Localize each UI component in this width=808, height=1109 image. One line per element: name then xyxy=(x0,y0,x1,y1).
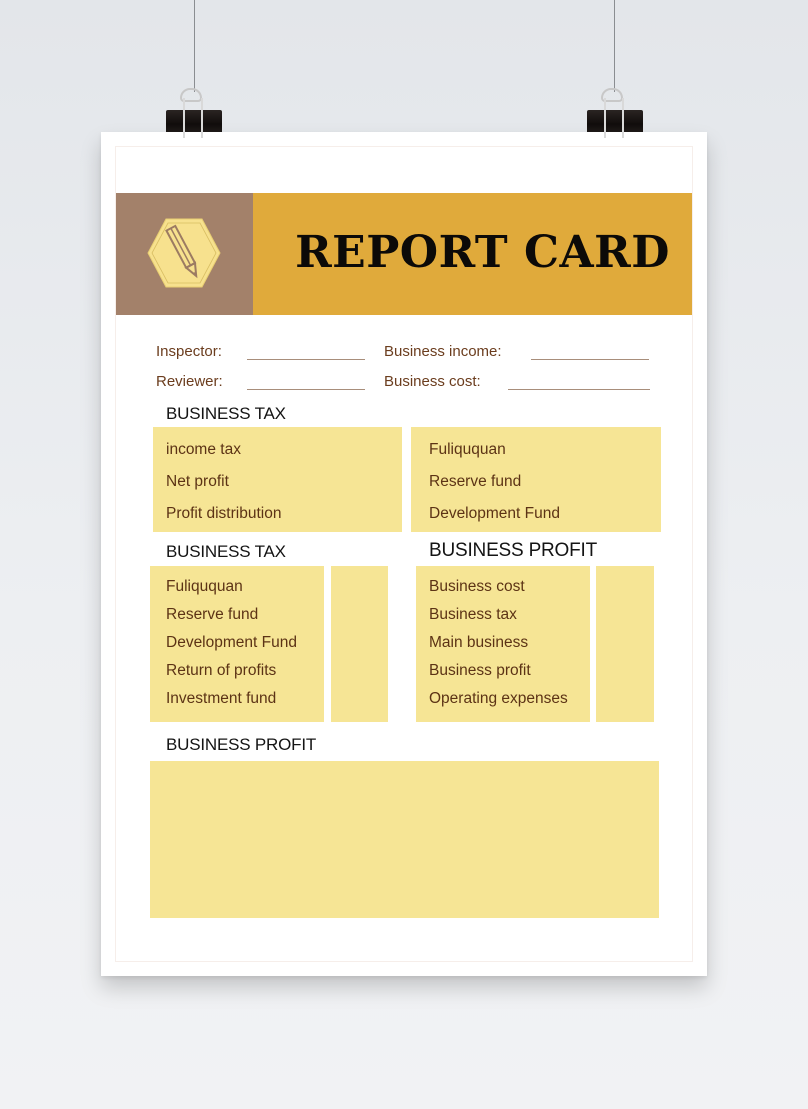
banner-icon-panel xyxy=(116,193,253,315)
section-title-business-tax: BUSINESS TAX xyxy=(166,404,286,423)
list-item: Reserve fund xyxy=(429,473,522,490)
list-item: Net profit xyxy=(166,473,229,490)
list-item: Development Fund xyxy=(166,634,297,651)
list-item: Return of profits xyxy=(166,662,277,679)
business-tax-box-right: Fuliququan Reserve fund Development Fund xyxy=(411,427,661,532)
business-profit-notes-box[interactable] xyxy=(150,761,659,918)
business-tax-list-box: Fuliququan Reserve fund Development Fund… xyxy=(150,566,324,722)
list-item: Operating expenses xyxy=(429,690,568,707)
section-title-business-tax-2: BUSINESS TAX xyxy=(166,542,286,561)
pencil-hexagon-icon xyxy=(147,218,221,288)
page-title: REPORT CARD xyxy=(295,227,670,278)
business-cost-field[interactable] xyxy=(508,389,650,390)
list-item: Fuliququan xyxy=(429,441,506,458)
inspector-field[interactable] xyxy=(247,359,365,360)
list-item: Reserve fund xyxy=(166,606,259,623)
section-title-business-profit-2: BUSINESS PROFIT xyxy=(166,735,317,754)
list-item: Business cost xyxy=(429,578,525,595)
list-item: Fuliququan xyxy=(166,578,243,595)
section-title-business-profit: BUSINESS PROFIT xyxy=(429,540,598,561)
business-profit-value-box[interactable] xyxy=(596,566,654,722)
business-income-label: Business income: xyxy=(384,343,502,360)
hanging-string-right xyxy=(614,0,615,92)
list-item: Profit distribution xyxy=(166,505,282,522)
title-banner: REPORT CARD xyxy=(116,193,692,315)
business-profit-list-box: Business cost Business tax Main business… xyxy=(416,566,590,722)
list-item: Investment fund xyxy=(166,690,277,707)
report-card-poster: REPORT CARD Inspector: Business income: … xyxy=(101,132,707,976)
inspector-label: Inspector: xyxy=(156,343,222,360)
business-tax-value-box[interactable] xyxy=(331,566,388,722)
list-item: income tax xyxy=(166,441,241,458)
list-item: Business tax xyxy=(429,606,517,623)
banner-title-panel: REPORT CARD xyxy=(253,193,692,315)
hanging-string-left xyxy=(194,0,195,92)
list-item: Main business xyxy=(429,634,529,651)
list-item: Development Fund xyxy=(429,505,560,522)
business-income-field[interactable] xyxy=(531,359,649,360)
reviewer-label: Reviewer: xyxy=(156,373,223,390)
list-item: Business profit xyxy=(429,662,531,679)
business-cost-label: Business cost: xyxy=(384,373,481,390)
business-tax-box-left: income tax Net profit Profit distributio… xyxy=(153,427,402,532)
reviewer-field[interactable] xyxy=(247,389,365,390)
